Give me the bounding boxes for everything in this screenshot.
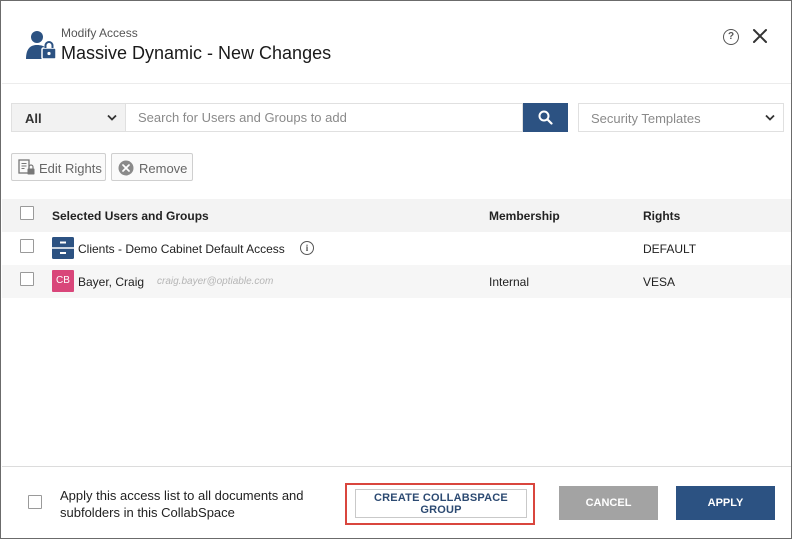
dialog-title: Massive Dynamic - New Changes [61, 43, 332, 63]
member-type-select[interactable]: All [11, 103, 126, 132]
security-templates-placeholder: Security Templates [591, 111, 701, 126]
dialog-subtitle: Modify Access [61, 26, 138, 40]
header-selected-users: Selected Users and Groups [52, 209, 209, 223]
table-row[interactable]: CB Bayer, Craig craig.bayer@optiable.com… [2, 265, 791, 298]
row-email: craig.bayer@optiable.com [157, 276, 274, 287]
row-name: Bayer, Craig [78, 275, 145, 289]
header-membership: Membership [489, 209, 560, 223]
edit-rights-label: Edit Rights [39, 161, 102, 176]
row-rights: VESA [643, 275, 676, 289]
apply-to-all-checkbox[interactable] [28, 495, 42, 509]
modify-access-dialog: Modify Access Massive Dynamic - New Chan… [0, 0, 792, 539]
info-icon[interactable]: i [300, 241, 314, 255]
table-row[interactable]: Clients - Demo Cabinet Default Access i … [2, 232, 791, 265]
select-all-checkbox[interactable] [20, 206, 34, 220]
search-input[interactable] [126, 103, 523, 132]
edit-rights-button[interactable]: Edit Rights [11, 153, 106, 181]
close-icon[interactable] [750, 26, 770, 46]
search-icon [538, 110, 553, 125]
member-type-value: All [25, 111, 42, 126]
row-checkbox[interactable] [20, 239, 34, 253]
security-templates-select[interactable]: Security Templates [578, 103, 784, 132]
remove-button[interactable]: Remove [111, 153, 193, 181]
cabinet-icon [52, 237, 74, 259]
edit-rights-icon [18, 159, 35, 175]
footer-divider [2, 466, 791, 467]
chevron-down-icon [107, 114, 117, 121]
apply-button[interactable]: APPLY [676, 486, 775, 520]
remove-circle-icon [118, 160, 134, 176]
header-rights: Rights [643, 209, 681, 223]
cancel-button[interactable]: CANCEL [559, 486, 658, 520]
avatar: CB [52, 270, 74, 292]
row-membership: Internal [489, 275, 530, 289]
chevron-down-icon [765, 114, 775, 121]
table-header: Selected Users and Groups Membership Rig… [2, 199, 791, 232]
row-name: Clients - Demo Cabinet Default Access [78, 242, 285, 256]
search-button[interactable] [523, 103, 568, 132]
header-divider [2, 83, 791, 84]
row-checkbox[interactable] [20, 272, 34, 286]
row-rights: DEFAULT [643, 242, 697, 256]
user-lock-icon [26, 31, 57, 60]
create-collabspace-group-button[interactable]: CREATE COLLABSPACE GROUP [355, 489, 527, 518]
apply-to-all-label: Apply this access list to all documents … [60, 488, 304, 520]
remove-label: Remove [139, 161, 188, 176]
help-icon[interactable]: ? [723, 29, 739, 45]
